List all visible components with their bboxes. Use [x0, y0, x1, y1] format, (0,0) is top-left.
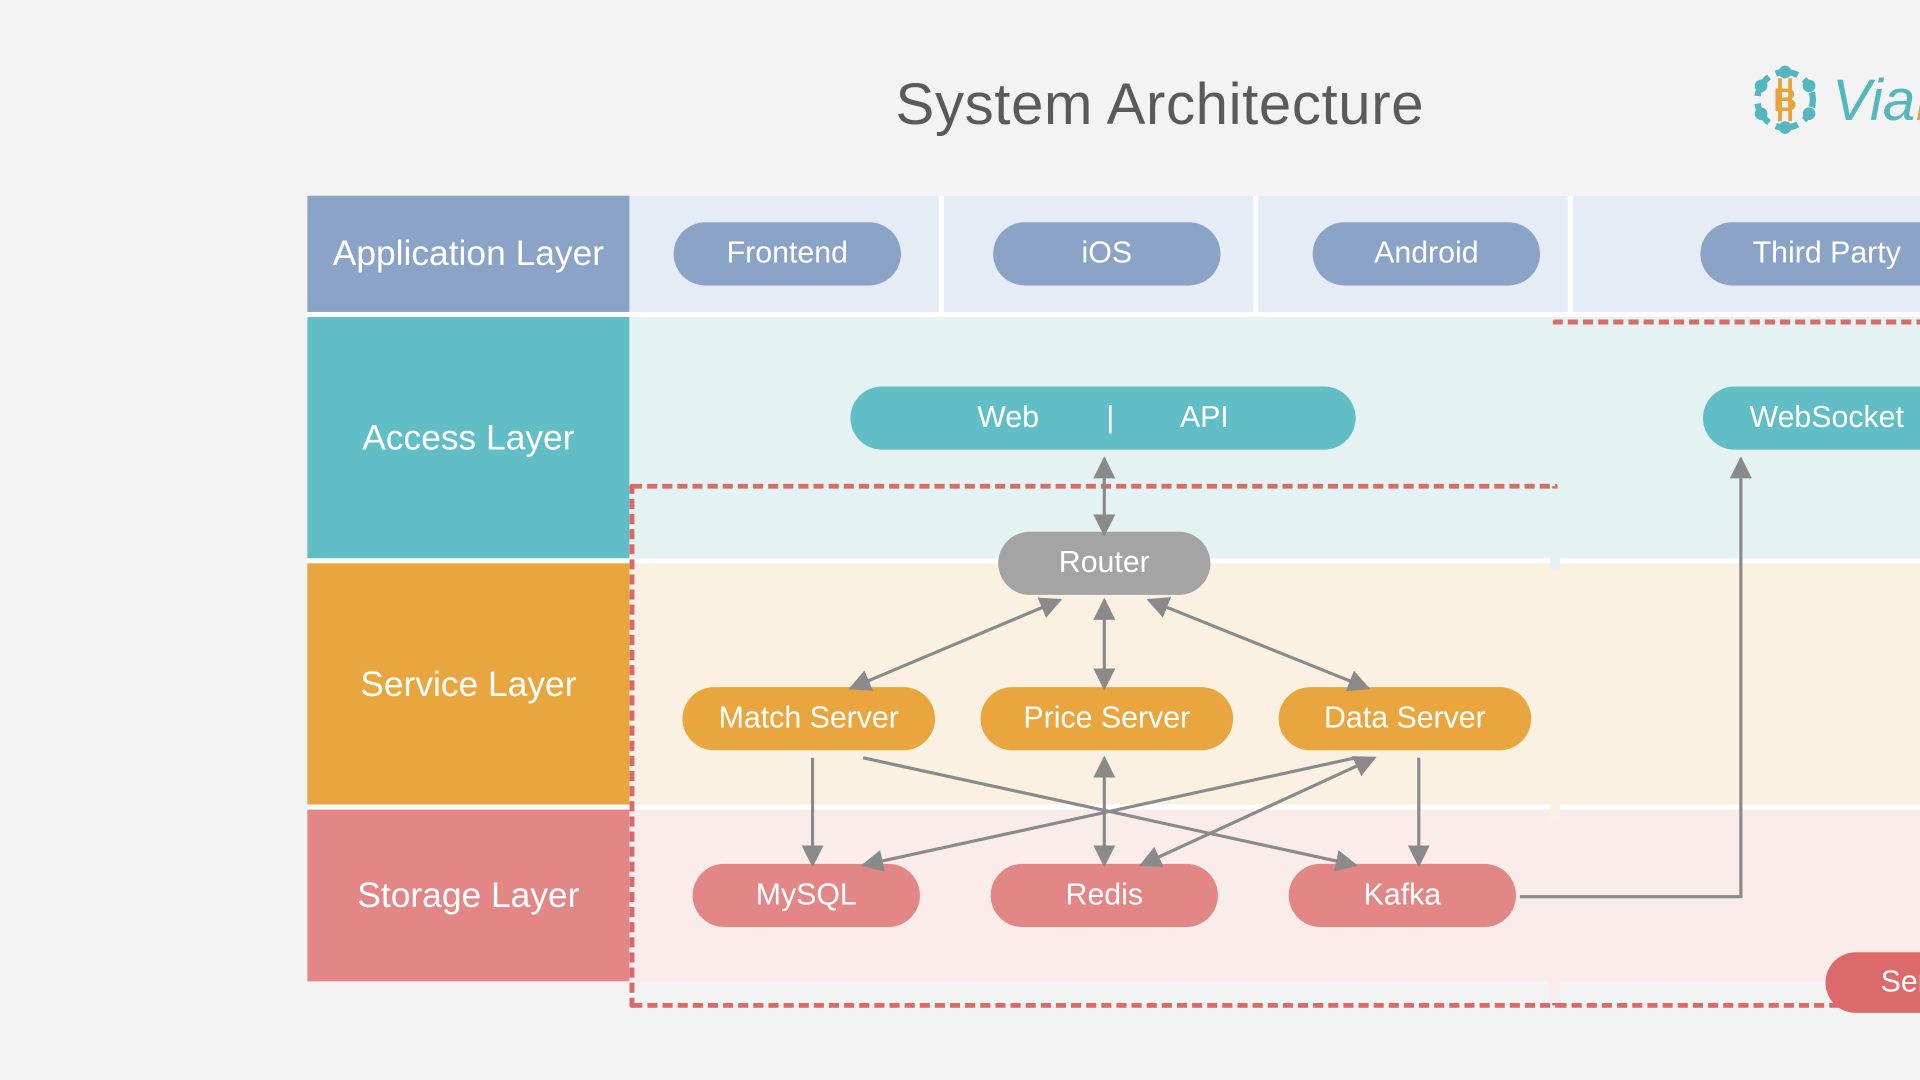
node-ios: iOS — [993, 222, 1220, 285]
logo-text-right: BTC — [1915, 67, 1920, 133]
row-access: Access Layer Web | API WebSocket — [307, 317, 1920, 563]
logo-text-left: Via — [1832, 67, 1915, 133]
server-region-seam-cover — [1550, 489, 1560, 1003]
node-router: Router — [998, 532, 1210, 595]
layer-content-application: Frontend iOS Android Third Party — [629, 196, 1920, 312]
diagram-stage: System Architecture B ViaBTC Application… — [200, 0, 1920, 1080]
node-price-server: Price Server — [981, 687, 1234, 750]
layer-label-service: Service Layer — [307, 563, 629, 804]
node-web-api: Web | API — [850, 386, 1355, 449]
layer-content-service: Router Match Server Price Server Data Se… — [629, 563, 1920, 804]
node-third-party: Third Party — [1700, 222, 1920, 285]
layer-label-storage: Storage Layer — [307, 810, 629, 982]
row-application: Application Layer Frontend iOS Android T… — [307, 196, 1920, 317]
layer-content-access: Web | API WebSocket — [629, 317, 1920, 558]
layer-label-application: Application Layer — [307, 196, 629, 312]
logo-icon: B — [1749, 63, 1822, 136]
layer-content-storage: MySQL Redis Kafka — [629, 810, 1920, 982]
node-mysql: MySQL — [693, 864, 920, 927]
architecture-grid: Application Layer Frontend iOS Android T… — [307, 196, 1920, 982]
node-match-server: Match Server — [682, 687, 935, 750]
row-storage: Storage Layer MySQL Redis Kafka — [307, 810, 1920, 982]
node-websocket: WebSocket — [1703, 386, 1920, 449]
logo: B ViaBTC — [1749, 63, 1920, 136]
node-data-server: Data Server — [1279, 687, 1532, 750]
svg-text:B: B — [1774, 81, 1798, 118]
node-android: Android — [1313, 222, 1540, 285]
server-badge: Server — [1825, 952, 1920, 1013]
page-title: System Architecture — [200, 69, 1920, 137]
node-redis: Redis — [991, 864, 1218, 927]
node-kafka: Kafka — [1289, 864, 1516, 927]
node-frontend: Frontend — [674, 222, 901, 285]
row-service: Service Layer Router Match Server Price … — [307, 563, 1920, 809]
logo-text: ViaBTC — [1832, 66, 1920, 134]
layer-label-access: Access Layer — [307, 317, 629, 558]
